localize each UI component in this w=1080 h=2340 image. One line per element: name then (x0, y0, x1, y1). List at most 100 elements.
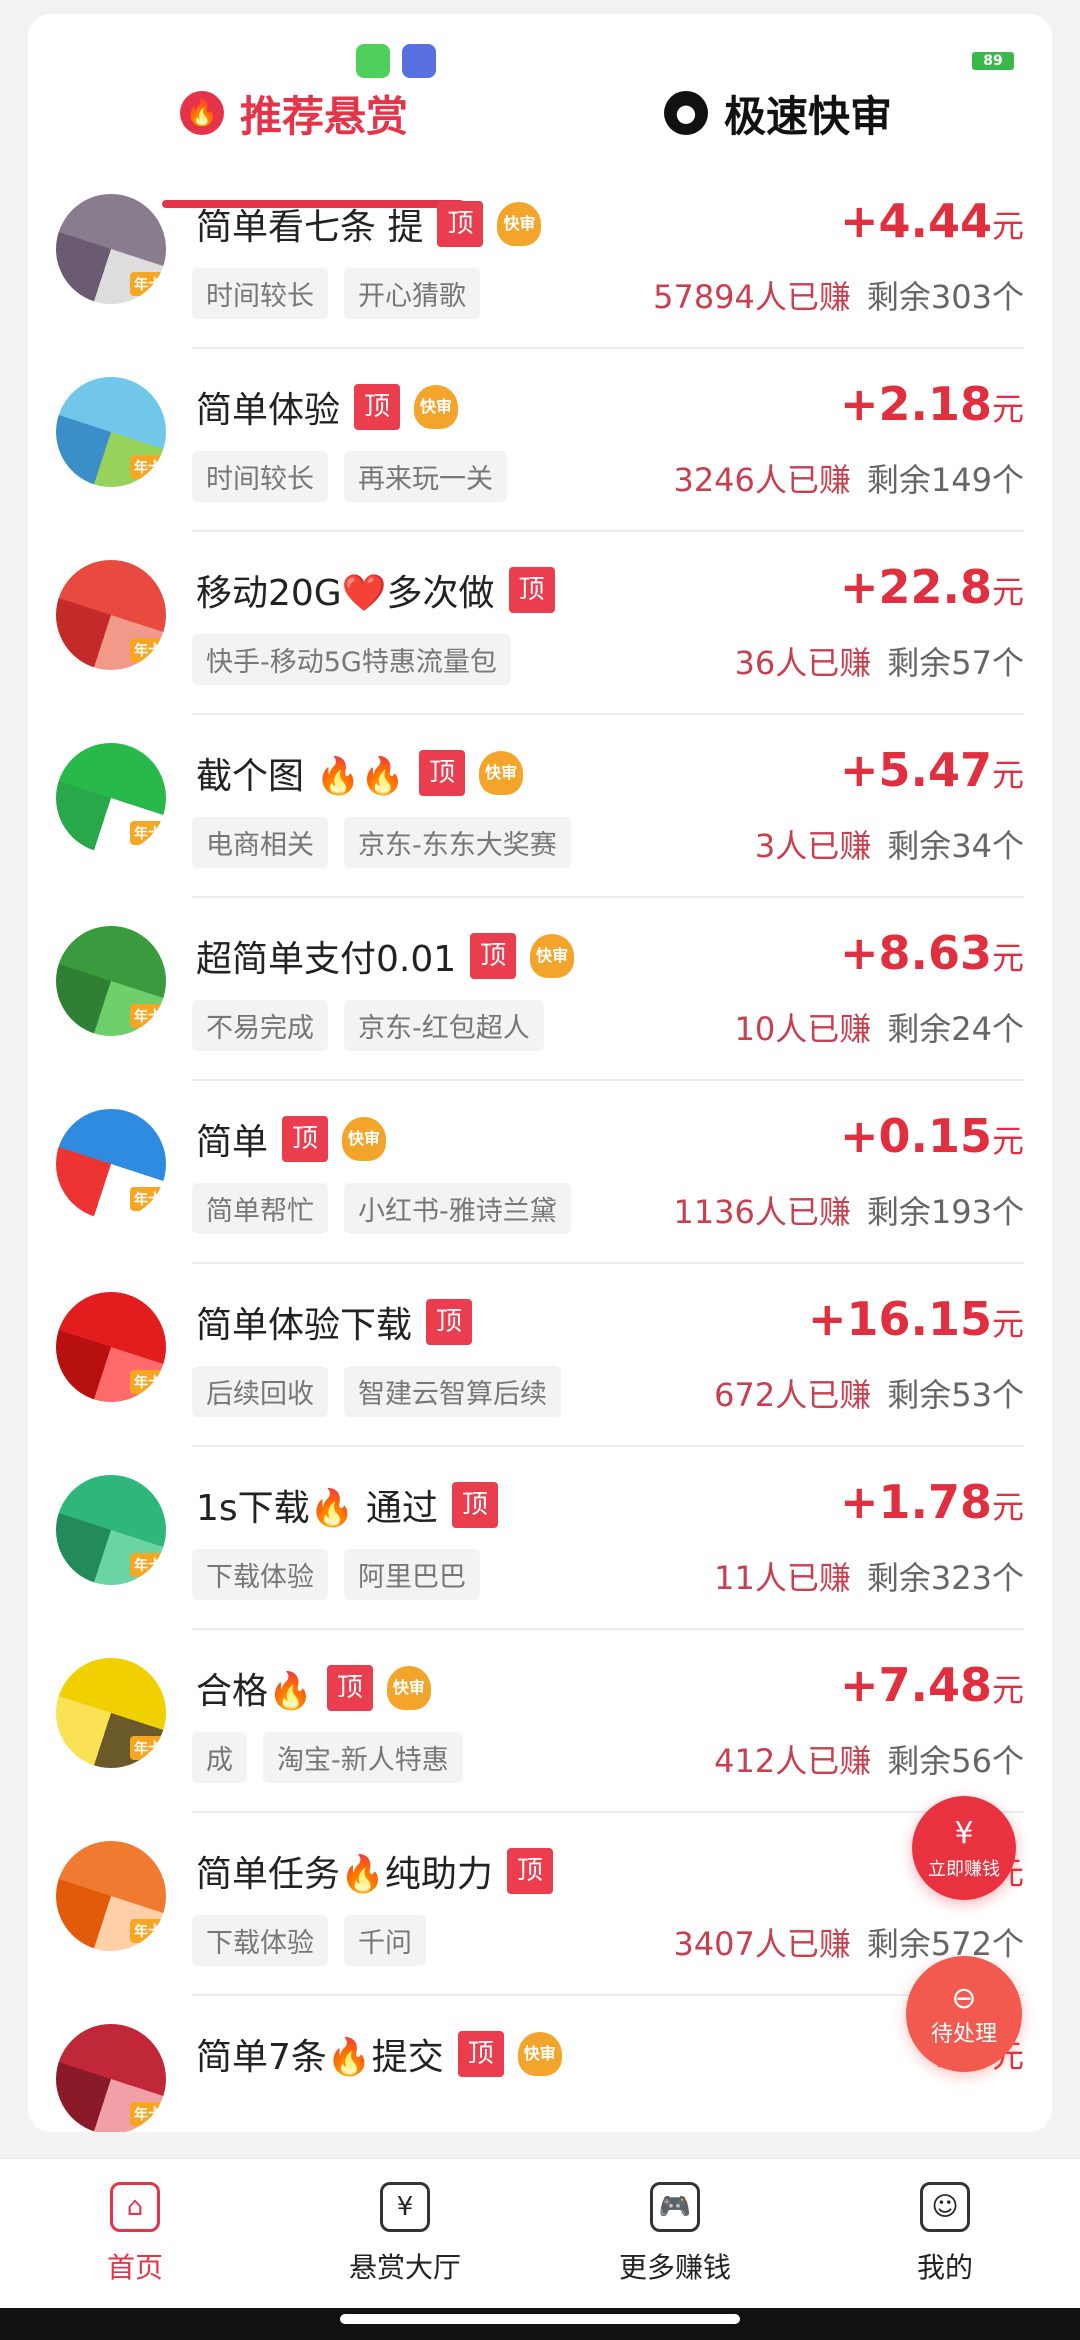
task-avatar: 年卡 (56, 560, 166, 670)
yuan-icon: ¥ (380, 2181, 430, 2232)
annual-card-badge: 年卡 (130, 821, 166, 845)
home-indicator[interactable] (340, 2314, 740, 2324)
reward-unit: 元 (991, 939, 1024, 977)
earned-count: 3人已赚 (754, 827, 872, 865)
task-row[interactable]: 年卡简单7条🔥提交顶快审+3元 (28, 1996, 1052, 2132)
tag-chip: 成 (192, 1732, 247, 1783)
task-title: 简单顶快审 (196, 1113, 387, 1165)
task-title: 超简单支付0.01 顶快审 (196, 930, 575, 982)
remaining-count: 剩余323个 (866, 1559, 1024, 1597)
task-tags: 下载体验 千问 (192, 1915, 426, 1966)
task-title-text: 简单体验 (196, 390, 341, 431)
task-title: 简单任务🔥纯助力顶 (196, 1845, 553, 1897)
pending-button[interactable]: ⊖ 待处理 (906, 1956, 1022, 2072)
top-tag: 顶 (326, 1665, 373, 1711)
nav-home[interactable]: ⌂ 首页 (0, 2159, 270, 2308)
nav-reward-hall[interactable]: ¥ 悬赏大厅 (270, 2159, 540, 2308)
task-title-text: 移动20G❤️多次做 (196, 573, 495, 614)
task-title-text: 简单看七条 提 (196, 207, 424, 248)
annual-card-badge: 年卡 (130, 272, 166, 296)
task-avatar: 年卡 (56, 926, 166, 1036)
task-row[interactable]: 年卡 移动20G❤️多次做顶快手-移动5G特惠流量包 +22.8元 36人已赚 剩余57… (28, 532, 1052, 715)
reward-unit: 元 (991, 207, 1024, 245)
remaining-count: 剩余572个 (866, 1925, 1024, 1963)
reward-unit: 元 (991, 1488, 1024, 1526)
reward-amount: +1.78 (839, 1475, 992, 1529)
task-avatar: 年卡 (56, 1292, 166, 1402)
earn-now-button[interactable]: ¥ 立即赚钱 (912, 1796, 1016, 1900)
tag-chip: 电商相关 (192, 817, 328, 868)
top-tag: 顶 (437, 201, 484, 247)
task-avatar: 年卡 (56, 1475, 166, 1585)
tag-chip: 千问 (344, 1915, 426, 1966)
task-reward: +7.48元 (840, 1658, 1024, 1712)
top-tag: 顶 (282, 1116, 329, 1162)
task-title-text: 1s下载🔥 通过 (196, 1488, 438, 1529)
tag-chip: 下载体验 (192, 1915, 328, 1966)
annual-card-badge: 年卡 (130, 1370, 166, 1394)
task-reward: +1.78元 (840, 1475, 1024, 1529)
annual-card-badge: 年卡 (130, 455, 166, 479)
fast-review-icon: 快审 (342, 1117, 387, 1161)
nav-label: 悬赏大厅 (348, 2250, 461, 2284)
task-stats: 11人已赚 剩余323个 (714, 1553, 1024, 1599)
task-row[interactable]: 年卡 超简单支付0.01 顶快审 不易完成 京东-红包超人 +8.63元 10人已赚 剩余24… (28, 898, 1052, 1081)
nav-profile[interactable]: ☺ 我的 (810, 2159, 1080, 2308)
task-row[interactable]: 年卡 合格🔥 顶快审成淘宝-新人特惠 +7.48元 412人已赚 剩余56个 (28, 1630, 1052, 1813)
annual-card-badge: 年卡 (130, 1187, 166, 1211)
reward-amount: +5.47 (839, 743, 992, 797)
fast-review-icon: 快审 (517, 2032, 562, 2076)
remaining-count: 剩余149个 (866, 461, 1024, 499)
tag-chip: 阿里巴巴 (344, 1549, 480, 1600)
reward-amount: +7.48 (839, 1658, 992, 1712)
nav-more-earn[interactable]: 🎮 更多赚钱 (540, 2159, 810, 2308)
tab-fast-review-label: 极速快审 (724, 91, 893, 141)
tab-recommend[interactable]: 🔥 推荐悬赏 (180, 78, 408, 148)
task-title: 简单体验下载顶 (196, 1296, 473, 1348)
tag-chip: 快手-移动5G特惠流量包 (192, 634, 511, 685)
top-tag: 顶 (470, 933, 517, 979)
fast-review-icon: 快审 (530, 934, 575, 978)
top-tag: 顶 (426, 1299, 473, 1345)
tag-chip: 下载体验 (192, 1549, 328, 1600)
task-row[interactable]: 年卡 简单体验下载顶后续回收 智建云智算后续 +16.15元 672人已赚 剩余53个 (28, 1264, 1052, 1447)
gamepad-icon: 🎮 (650, 2181, 700, 2232)
task-row[interactable]: 年卡 简单看七条 提顶快审 时间较长 开心猜歌 +4.44元 57894人已赚 剩余303个 (28, 166, 1052, 349)
task-reward: +2.18元 (840, 377, 1024, 431)
flame-icon: 🔥 (180, 91, 224, 135)
task-row[interactable]: 年卡 简单顶快审简单帮忙 小红书-雅诗兰黛 +0.15元 1136人已赚 剩余193个 (28, 1081, 1052, 1264)
task-tags: 后续回收 智建云智算后续 (192, 1366, 561, 1417)
annual-card-badge: 年卡 (130, 1919, 166, 1943)
pending-label: 待处理 (930, 2021, 997, 2047)
battery-indicator: 89 (972, 52, 1014, 70)
task-row[interactable]: 年卡 1s下载🔥 通过顶下载体验 阿里巴巴 +1.78元 11人已赚 剩余323个 (28, 1447, 1052, 1630)
task-stats: 412人已赚 剩余56个 (714, 1736, 1024, 1782)
task-tags: 时间较长 开心猜歌 (192, 268, 480, 319)
earned-count: 36人已赚 (734, 644, 872, 682)
task-tags: 简单帮忙 小红书-雅诗兰黛 (192, 1183, 571, 1234)
top-tag: 顶 (451, 1482, 498, 1528)
earned-count: 672人已赚 (714, 1376, 872, 1414)
fast-review-icon: 快审 (479, 751, 524, 795)
task-row[interactable]: 年卡 截个图 🔥🔥 顶快审 电商相关 京东-东东大奖赛 +5.47元 3人已赚 剩余34个 (28, 715, 1052, 898)
task-avatar: 年卡 (56, 1109, 166, 1219)
tab-fast-review[interactable]: ● 极速快审 (664, 78, 892, 148)
tag-chip: 淘宝-新人特惠 (263, 1732, 463, 1783)
tag-chip: 时间较长 (192, 268, 328, 319)
task-stats: 1136人已赚 剩余193个 (673, 1187, 1024, 1233)
task-row[interactable]: 年卡简单任务🔥纯助力顶下载体验千问+6元3407人已赚剩余572个 (28, 1813, 1052, 1996)
task-reward: +8.63元 (840, 926, 1024, 980)
tab-bar: 🔥 推荐悬赏 ● 极速快审 (28, 78, 1052, 208)
task-tags: 电商相关 京东-东东大奖赛 (192, 817, 571, 868)
status-icons (356, 44, 436, 78)
task-title: 1s下载🔥 通过顶 (196, 1479, 498, 1531)
task-title: 简单看七条 提顶快审 (196, 198, 542, 250)
earned-count: 11人已赚 (714, 1559, 851, 1597)
reward-amount: +0.15 (839, 1109, 992, 1163)
task-avatar: 年卡 (56, 1841, 166, 1951)
reward-amount: +16.15 (807, 1292, 992, 1346)
annual-card-badge: 年卡 (130, 1004, 166, 1028)
reward-unit: 元 (991, 1122, 1024, 1160)
main-card: 89 🔥 推荐悬赏 ● 极速快审 年卡 简单看七条 提顶快审 时间较长 开心猜歌 +4.… (28, 14, 1052, 2132)
task-row[interactable]: 年卡 简单体验顶快审 时间较长 再来玩一关 +2.18元 3246人已赚 剩余149个 (28, 349, 1052, 532)
